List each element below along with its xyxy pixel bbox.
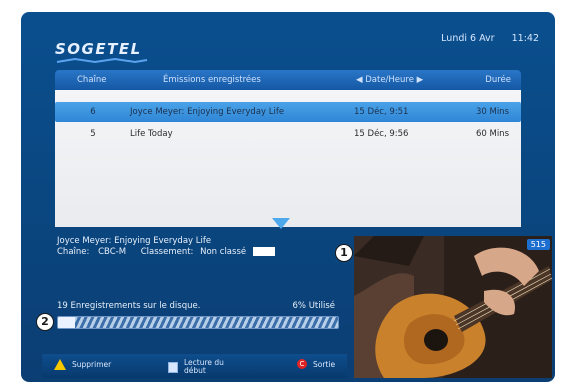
column-duration[interactable]: Durée (485, 75, 511, 85)
red-circle-icon: C (297, 359, 307, 369)
callout-marker-2: 2 (36, 313, 54, 331)
exit-label: Sortie (313, 359, 336, 369)
blue-square-icon (168, 361, 178, 373)
delete-label: Supprimer (72, 360, 112, 369)
scroll-down-icon[interactable] (272, 218, 290, 229)
row-number: 6 (90, 107, 96, 117)
row-duration: 30 Mins (475, 107, 509, 117)
classification-label: Classement: (140, 247, 194, 257)
sogetel-logo: SOGETEL (55, 40, 148, 64)
delete-button[interactable]: Supprimer (54, 359, 111, 370)
exit-button[interactable]: C Sortie (297, 359, 335, 369)
rating-box (252, 247, 275, 256)
play-from-start-button[interactable]: Lecture du début (168, 359, 224, 375)
logo-swoosh-icon (56, 58, 148, 64)
row-date: 15 Déc, 9:51 (354, 107, 409, 117)
channel-number-badge: 515 (526, 239, 550, 250)
row-duration: 60 Mins (475, 129, 509, 139)
tv-screen: SOGETEL Lundi 6 Avr 11:42 Chaîne Émissio… (21, 12, 555, 382)
column-recordings[interactable]: Émissions enregistrées (163, 75, 261, 85)
row-title: Joyce Meyer: Enjoying Everyday Life (130, 107, 285, 117)
disk-usage-fill (58, 317, 75, 328)
recording-row-selected[interactable]: 6 Joyce Meyer: Enjoying Everyday Life 15… (55, 102, 521, 122)
program-info: Joyce Meyer: Enjoying Everyday Life Chaî… (57, 236, 275, 258)
live-video-preview: 515 (354, 236, 552, 378)
column-channel[interactable]: Chaîne (77, 75, 107, 85)
play-start-label-2: début (184, 366, 206, 375)
yellow-triangle-icon (54, 359, 66, 370)
date-time-display: Lundi 6 Avr 11:42 (427, 33, 539, 44)
column-date-time[interactable]: ◀ Date/Heure ▶ (356, 75, 423, 85)
recording-row[interactable]: 5 Life Today 15 Déc, 9:56 60 Mins (55, 124, 521, 144)
program-title: Joyce Meyer: Enjoying Everyday Life (57, 236, 212, 246)
footer-actions: Supprimer Lecture du début C Sortie (42, 354, 347, 378)
disk-usage-bar (57, 316, 339, 329)
row-date: 15 Déc, 9:56 (354, 129, 409, 139)
current-date: Lundi 6 Avr (441, 33, 495, 44)
current-time: 11:42 (511, 33, 539, 44)
channel-label: Chaîne: (57, 247, 90, 257)
callout-marker-1: 1 (335, 244, 353, 262)
disk-used-percent: 6% Utilisé (292, 301, 335, 311)
brand-name: SOGETEL (55, 40, 142, 58)
recordings-list: 6 Joyce Meyer: Enjoying Everyday Life 15… (55, 90, 521, 227)
channel-value: CBC-M (98, 247, 127, 257)
classification-value: Non classé (200, 247, 247, 257)
row-number: 5 (90, 129, 96, 139)
guitar-player-image (354, 236, 552, 378)
row-title: Life Today (130, 129, 173, 139)
recording-count: 19 Enregistrements sur le disque. (57, 301, 201, 311)
disk-usage-text: 19 Enregistrements sur le disque. 6% Uti… (57, 301, 335, 311)
column-header-bar: Chaîne Émissions enregistrées ◀ Date/Heu… (55, 70, 521, 90)
